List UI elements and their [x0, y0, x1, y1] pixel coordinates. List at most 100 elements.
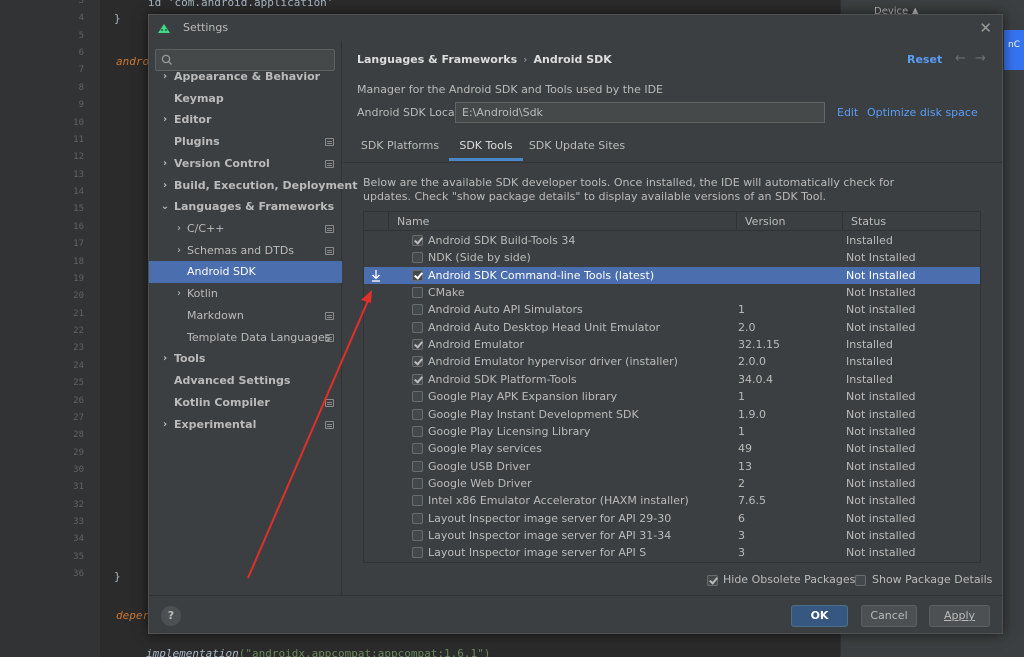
hide-obsolete-label[interactable]: Hide Obsolete Packages	[723, 573, 855, 586]
back-arrow-icon[interactable]: ←	[955, 51, 966, 66]
row-checkbox[interactable]	[412, 512, 423, 524]
nav-item[interactable]: › C/C++	[149, 218, 342, 240]
chevron-right-icon[interactable]: ›	[160, 348, 170, 370]
chevron-right-icon[interactable]: ›	[174, 218, 184, 240]
column-version[interactable]: Version	[736, 212, 842, 231]
nav-item[interactable]: › Appearance & Behavior	[149, 66, 342, 88]
table-row[interactable]: Android SDK Command-line Tools (latest) N…	[364, 266, 980, 284]
reset-link[interactable]: Reset	[907, 53, 942, 66]
table-row[interactable]: Android Emulator 32.1.15 Installed	[364, 336, 980, 353]
dialog-titlebar[interactable]: Settings ✕	[149, 15, 1002, 41]
table-row[interactable]: Google Play APK Expansion library 1 Not in…	[364, 388, 980, 405]
table-row[interactable]: Layout Inspector image server for API S 3…	[364, 544, 980, 561]
chevron-right-icon[interactable]: ›	[160, 175, 170, 197]
nav-item[interactable]: › Editor	[149, 109, 342, 131]
table-row[interactable]: Android SDK Build-Tools 34 Installed	[364, 232, 980, 249]
edit-location-link[interactable]: Edit	[837, 106, 858, 119]
line-number: 36	[73, 569, 84, 580]
nav-item[interactable]: Markdown	[149, 305, 342, 327]
sdk-tools-table[interactable]: Name Version Status Android SDK Build-To…	[363, 211, 981, 563]
table-row[interactable]: Google USB Driver 13 Not installed	[364, 458, 980, 475]
android-studio-icon	[158, 24, 170, 33]
row-checkbox[interactable]	[412, 425, 423, 437]
chevron-right-icon[interactable]: ›	[160, 66, 170, 88]
sdk-location-field[interactable]	[455, 102, 825, 123]
apply-button[interactable]: Apply	[929, 605, 990, 627]
cell-name: Android Emulator	[428, 338, 525, 352]
forward-arrow-icon[interactable]: →	[975, 51, 986, 66]
table-row[interactable]: Intel x86 Emulator Accelerator (HAXM ins…	[364, 492, 980, 509]
row-checkbox[interactable]	[412, 339, 423, 351]
nav-item[interactable]: ⌄ Languages & Frameworks	[149, 196, 342, 218]
chevron-right-icon[interactable]: ›	[174, 283, 184, 305]
nav-item[interactable]: › Build, Execution, Deployment	[149, 175, 358, 197]
table-row[interactable]: Google Play services 49 Not installed	[364, 440, 980, 457]
row-checkbox[interactable]	[412, 408, 423, 420]
cell-version: 34.0.4	[738, 372, 773, 386]
row-checkbox[interactable]	[412, 287, 423, 299]
cell-name: Android SDK Command-line Tools (latest)	[428, 268, 655, 282]
nav-item-label: Kotlin	[187, 287, 218, 300]
row-checkbox[interactable]	[412, 269, 423, 281]
table-row[interactable]: Google Web Driver 2 Not installed	[364, 475, 980, 492]
table-row[interactable]: Android Auto Desktop Head Unit Emulator 2…	[364, 319, 980, 336]
row-checkbox[interactable]	[412, 495, 423, 507]
nav-item[interactable]: Plugins	[149, 131, 342, 153]
table-row[interactable]: NDK (Side by side) Not Installed	[364, 249, 980, 266]
table-row[interactable]: Layout Inspector image server for API 29…	[364, 510, 980, 527]
nav-item[interactable]: › Version Control	[149, 153, 342, 175]
row-checkbox[interactable]	[412, 460, 423, 472]
table-row[interactable]: Android Emulator hypervisor driver (inst…	[364, 353, 980, 370]
row-checkbox[interactable]	[412, 373, 423, 385]
editor-brace-line-4: }	[114, 12, 121, 25]
help-button[interactable]: ?	[161, 606, 181, 626]
nav-item[interactable]: › Kotlin	[149, 283, 342, 305]
chevron-right-icon[interactable]: ›	[160, 414, 170, 436]
table-row[interactable]: CMake Not Installed	[364, 284, 980, 301]
chevron-right-icon[interactable]: ›	[160, 109, 170, 131]
ok-button[interactable]: OK	[791, 605, 848, 627]
show-details-label[interactable]: Show Package Details	[872, 573, 992, 586]
breadcrumb-parent[interactable]: Languages & Frameworks	[357, 53, 517, 66]
row-checkbox[interactable]	[412, 391, 423, 403]
edge-tool-tab[interactable]: nC	[1004, 30, 1024, 70]
nav-item[interactable]: Advanced Settings	[149, 370, 342, 392]
dialog-footer: ? OK Cancel Apply	[149, 595, 1002, 633]
row-checkbox[interactable]	[412, 547, 423, 559]
nav-item[interactable]: Kotlin Compiler	[149, 392, 342, 414]
chevron-down-icon[interactable]: ⌄	[160, 196, 170, 218]
tab-sdk-tools[interactable]: SDK Tools	[449, 135, 523, 161]
row-checkbox[interactable]	[412, 529, 423, 541]
table-row[interactable]: Android SDK Platform-Tools 34.0.4 Installe…	[364, 371, 980, 388]
close-icon[interactable]: ✕	[979, 19, 992, 37]
row-checkbox[interactable]	[412, 477, 423, 489]
tab-sdk-update-sites[interactable]: SDK Update Sites	[527, 135, 627, 161]
table-row[interactable]: Google Play Licensing Library 1 Not instal…	[364, 423, 980, 440]
table-row[interactable]: Google Play Instant Development SDK 1.9.0…	[364, 406, 980, 423]
chevron-right-icon[interactable]: ›	[160, 153, 170, 175]
tab-sdk-platforms[interactable]: SDK Platforms	[357, 135, 443, 161]
nav-item[interactable]: Keymap	[149, 88, 342, 110]
row-checkbox[interactable]	[412, 252, 423, 264]
column-name[interactable]: Name	[388, 212, 736, 231]
table-row[interactable]: Layout Inspector image server for API 31…	[364, 527, 980, 544]
row-checkbox[interactable]	[412, 356, 423, 368]
line-number: 35	[73, 551, 84, 562]
row-checkbox[interactable]	[412, 304, 423, 316]
line-number: 7	[78, 65, 84, 76]
column-status[interactable]: Status	[842, 212, 980, 231]
nav-item[interactable]: › Experimental	[149, 414, 342, 436]
show-details-checkbox[interactable]	[855, 575, 866, 586]
nav-item[interactable]: Template Data Languages	[149, 327, 342, 349]
hide-obsolete-checkbox[interactable]	[707, 575, 718, 586]
nav-item[interactable]: Android SDK	[149, 261, 342, 283]
chevron-right-icon[interactable]: ›	[174, 240, 184, 262]
nav-item[interactable]: › Tools	[149, 348, 342, 370]
nav-item[interactable]: › Schemas and DTDs	[149, 240, 342, 262]
row-checkbox[interactable]	[412, 321, 423, 333]
row-checkbox[interactable]	[412, 235, 423, 246]
row-checkbox[interactable]	[412, 443, 423, 455]
cancel-button[interactable]: Cancel	[861, 605, 917, 627]
table-row[interactable]: Android Auto API Simulators 1 Not installe…	[364, 301, 980, 318]
optimize-disk-link[interactable]: Optimize disk space	[867, 106, 978, 119]
